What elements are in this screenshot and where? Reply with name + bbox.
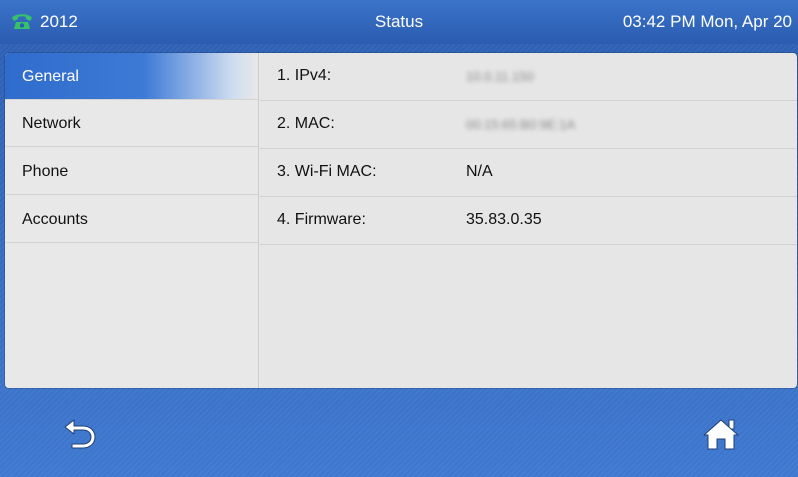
row-label: 3. Wi-Fi MAC: (277, 163, 377, 180)
status-sidebar: General Network Phone Accounts (5, 53, 258, 388)
status-bar: 2012 Status 03:42 PM Mon, Apr 20 (0, 0, 798, 44)
home-icon (703, 419, 739, 450)
mac-value: 00:15:65:B0:9E:1A (466, 117, 576, 132)
sidebar-item-network[interactable]: Network (5, 100, 258, 147)
sidebar-item-label: Phone (22, 163, 69, 180)
row-label: 2. MAC: (277, 115, 335, 132)
datetime-display: 03:42 PM Mon, Apr 20 (622, 12, 792, 31)
status-details: 1. IPv4: 10.0.11.150 2. MAC: 00:15:65:B0… (260, 53, 797, 388)
status-row-ipv4: 1. IPv4: 10.0.11.150 (260, 53, 797, 101)
sidebar-item-phone[interactable]: Phone (5, 148, 258, 195)
sidebar-item-accounts[interactable]: Accounts (5, 196, 258, 243)
sidebar-item-label: Network (22, 115, 81, 132)
row-label: 1. IPv4: (277, 67, 332, 84)
wifi-mac-value: N/A (466, 163, 493, 180)
status-row-firmware: 4. Firmware: 35.83.0.35 (260, 197, 797, 245)
row-label: 4. Firmware: (277, 211, 366, 228)
ipv4-value: 10.0.11.150 (466, 69, 534, 84)
status-row-wifi-mac: 3. Wi-Fi MAC: N/A (260, 149, 797, 197)
firmware-value: 35.83.0.35 (466, 211, 542, 228)
back-arrow-icon (64, 419, 96, 449)
sidebar-item-label: Accounts (22, 211, 88, 228)
status-panel: General Network Phone Accounts 1. IPv4: … (5, 53, 797, 388)
back-button[interactable] (62, 416, 100, 452)
sidebar-item-label: General (22, 68, 79, 85)
status-row-mac: 2. MAC: 00:15:65:B0:9E:1A (260, 101, 797, 149)
sidebar-item-general[interactable]: General (5, 53, 258, 100)
home-button[interactable] (701, 416, 741, 452)
